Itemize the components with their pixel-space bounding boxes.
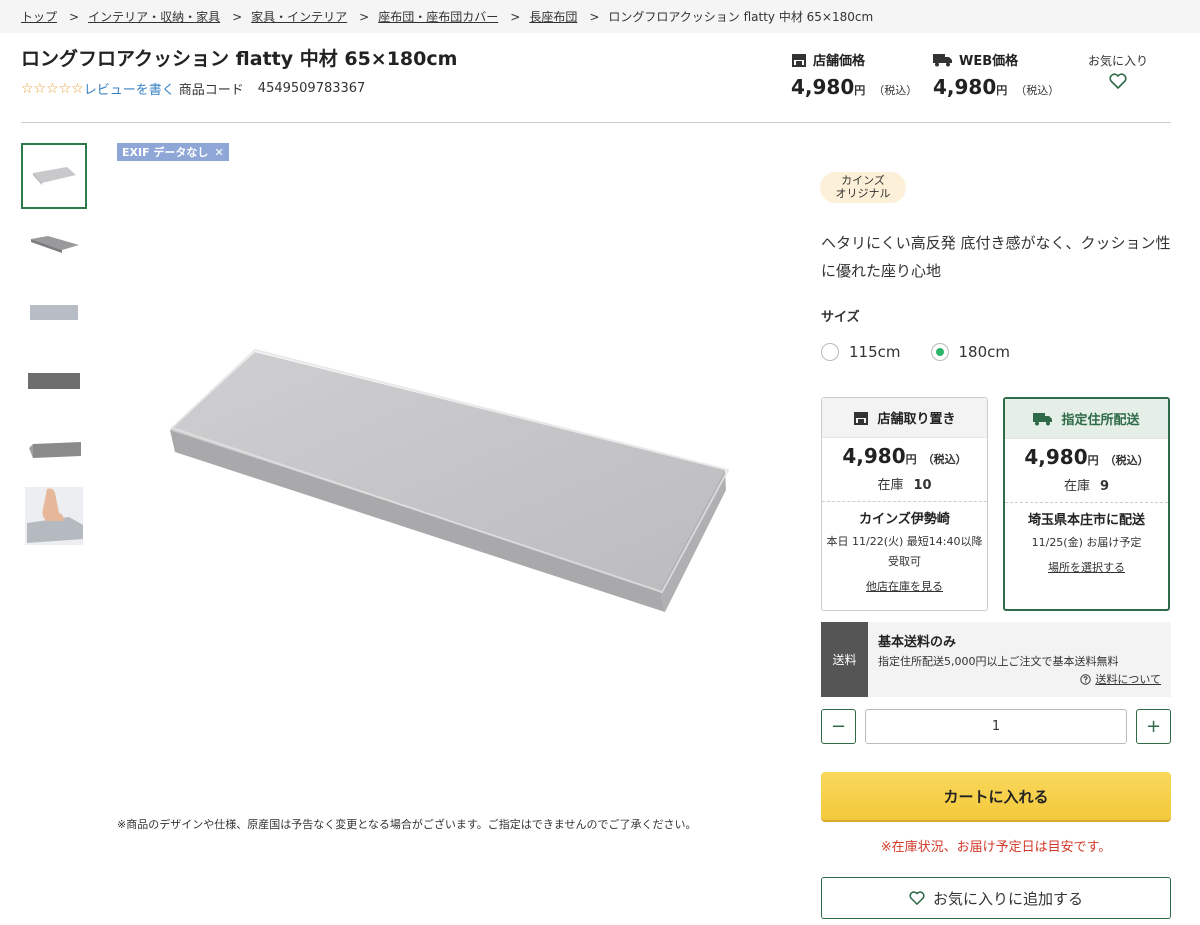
product-description: ヘタリにくい高反発 底付き感がなく、クッション性に優れた座り心地 xyxy=(821,234,1171,280)
main-product-image xyxy=(170,348,730,612)
home-delivery-title: 指定住所配送 xyxy=(1061,413,1140,428)
favorite-top-button[interactable]: お気に入り xyxy=(1087,52,1149,89)
store-pickup-card[interactable]: 店舗取り置き 4,980円 （税込） 在庫 10 カインズ伊勢崎 本日 11/22(… xyxy=(821,397,988,611)
badge-line-1: カインズ xyxy=(841,174,885,187)
rating-row: ☆☆☆☆☆ レビューを書く 商品コード 4549509783367 xyxy=(21,79,366,99)
stock-note: ※在庫状況、お届け予定日は目安です。 xyxy=(880,840,1112,855)
add-to-favorites-button[interactable]: お気に入りに追加する xyxy=(821,877,1171,919)
breadcrumb-current: ロングフロアクッション flatty 中材 65×180cm xyxy=(608,10,874,24)
store-price: 店舗価格 4,980円 （税込） xyxy=(791,50,917,99)
home-delivery-price: 4,980 xyxy=(1024,445,1088,469)
add-to-cart-button[interactable]: カートに入れる xyxy=(821,772,1171,820)
web-price-value: 4,980 xyxy=(933,75,997,99)
exif-label: EXIF データなし xyxy=(122,146,209,159)
tax-note: （税込） xyxy=(1104,454,1149,467)
yen-unit: 円 xyxy=(1087,454,1099,467)
stock-label: 在庫 xyxy=(1063,479,1090,494)
question-icon xyxy=(1080,673,1092,685)
page-title: ロングフロアクッション flatty 中材 65×180cm xyxy=(21,48,458,70)
store-price-label: 店舗価格 xyxy=(813,54,866,69)
thumbnail-6[interactable] xyxy=(21,483,87,549)
shipping-info-link[interactable]: 送料について xyxy=(1080,671,1161,687)
store-pickup-price: 4,980 xyxy=(842,444,906,468)
exif-badge: EXIF データなし ✕ xyxy=(117,143,229,161)
shipping-link-label: 送料について xyxy=(1095,673,1161,686)
store-price-value: 4,980 xyxy=(791,75,855,99)
shipping-info: 送料 基本送料のみ 指定住所配送5,000円以上ご注文で基本送料無料 送料につい… xyxy=(821,622,1171,697)
product-code-value: 4549509783367 xyxy=(257,81,366,96)
breadcrumb-link-interior[interactable]: インテリア・収納・家具 xyxy=(88,8,220,25)
divider xyxy=(21,122,1171,123)
write-review-link[interactable]: レビューを書く xyxy=(84,79,175,98)
favorite-top-label: お気に入り xyxy=(1087,54,1148,68)
store-icon xyxy=(854,411,869,425)
product-code-label: 商品コード xyxy=(178,83,244,98)
delivery-destination: 埼玉県本庄市に配送 xyxy=(1027,513,1145,528)
size-option-115[interactable]: 115cm xyxy=(821,343,901,361)
truck-icon xyxy=(933,53,952,66)
other-store-stock-link[interactable]: 他店在庫を見る xyxy=(822,578,987,594)
add-to-favorites-label: お気に入りに追加する xyxy=(932,889,1083,908)
tax-note: （税込） xyxy=(873,84,918,97)
breadcrumb-link-top[interactable]: トップ xyxy=(21,8,57,25)
size-label: サイズ xyxy=(821,310,860,325)
shipping-tag: 送料 xyxy=(821,622,868,697)
yen-unit: 円 xyxy=(905,453,917,466)
web-price-label: WEB価格 xyxy=(959,54,1019,69)
store-name: カインズ伊勢崎 xyxy=(859,512,950,527)
size-option-180[interactable]: 180cm xyxy=(930,343,1011,361)
shipping-title: 基本送料のみ xyxy=(878,635,957,650)
breadcrumb-link-furniture[interactable]: 家具・インテリア xyxy=(251,8,347,25)
breadcrumb-link-long-cushion[interactable]: 長座布団 xyxy=(529,8,577,25)
cainz-original-badge: カインズ オリジナル xyxy=(820,172,906,203)
store-stock-count: 10 xyxy=(913,478,932,493)
select-location-link[interactable]: 場所を選択する xyxy=(1005,559,1168,575)
thumbnail-1[interactable] xyxy=(21,143,87,209)
size-radio-180[interactable] xyxy=(930,343,949,361)
size-radio-115[interactable] xyxy=(821,343,839,361)
breadcrumb-separator: > xyxy=(589,9,600,24)
thumbnail-4[interactable] xyxy=(21,347,87,413)
pickup-time: 本日 11/22(火) 最短14:40以降受取可 xyxy=(826,535,983,568)
size-option-label: 115cm xyxy=(849,343,901,361)
store-pickup-title: 店舗取り置き xyxy=(877,412,956,427)
quantity-input[interactable] xyxy=(865,709,1127,744)
breadcrumb-separator: > xyxy=(510,9,521,24)
home-stock-count: 9 xyxy=(1099,479,1110,494)
truck-icon xyxy=(1033,412,1053,425)
rating-stars: ☆☆☆☆☆ xyxy=(21,80,84,97)
size-option-label: 180cm xyxy=(958,343,1011,361)
breadcrumb-separator: > xyxy=(69,9,80,24)
yen-unit: 円 xyxy=(854,84,866,97)
breadcrumb-separator: > xyxy=(359,9,370,24)
thumbnail-list xyxy=(21,143,87,551)
size-options: 115cm 180cm xyxy=(821,343,1010,361)
heart-icon xyxy=(1109,73,1127,89)
stock-label: 在庫 xyxy=(877,478,904,493)
quantity-increase-button[interactable]: + xyxy=(1136,709,1171,744)
delivery-date: 11/25(金) お届け予定 xyxy=(1031,536,1142,549)
thumbnail-5[interactable] xyxy=(21,415,87,481)
store-icon xyxy=(792,53,806,67)
yen-unit: 円 xyxy=(996,84,1008,97)
thumbnail-2[interactable] xyxy=(21,211,87,277)
close-icon[interactable]: ✕ xyxy=(214,146,223,159)
quantity-decrease-button[interactable]: − xyxy=(821,709,856,744)
web-price: WEB価格 4,980円 （税込） xyxy=(933,50,1059,99)
tax-note: （税込） xyxy=(1015,84,1060,97)
thumbnail-3[interactable] xyxy=(21,279,87,345)
breadcrumb-link-cushion[interactable]: 座布団・座布団カバー xyxy=(378,8,498,25)
breadcrumb-separator: > xyxy=(232,9,243,24)
product-note: ※商品のデザインや仕様、原産国は予告なく変更となる場合がございます。ご指定はでき… xyxy=(117,818,697,831)
heart-icon xyxy=(909,891,925,905)
badge-line-2: オリジナル xyxy=(835,187,891,200)
tax-note: （税込） xyxy=(922,453,967,466)
shipping-description: 指定住所配送5,000円以上ご注文で基本送料無料 xyxy=(878,655,1119,668)
home-delivery-card[interactable]: 指定住所配送 4,980円 （税込） 在庫 9 埼玉県本庄市に配送 11/25(金)… xyxy=(1003,397,1170,611)
breadcrumb: トップ > インテリア・収納・家具 > 家具・インテリア > 座布団・座布団カバ… xyxy=(0,0,1200,33)
